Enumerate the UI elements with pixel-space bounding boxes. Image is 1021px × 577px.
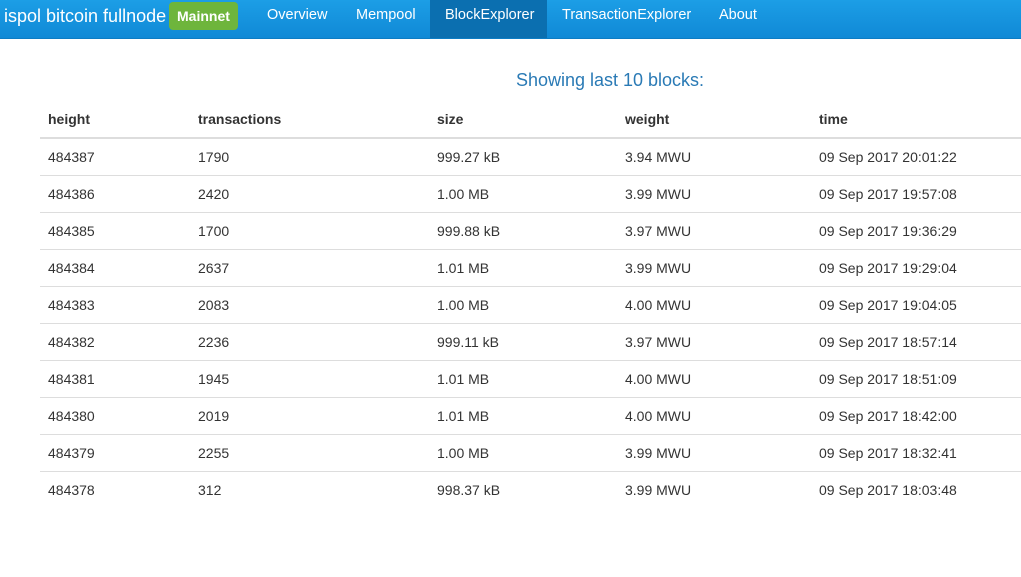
table-row[interactable]: 484387 1790 999.27 kB 3.94 MWU 09 Sep 20… bbox=[40, 138, 1021, 176]
page-heading: Showing last 10 blocks: bbox=[515, 70, 705, 90]
cell-weight: 3.99 MWU bbox=[617, 175, 811, 213]
table-row[interactable]: 484381 1945 1.01 MB 4.00 MWU 09 Sep 2017… bbox=[40, 360, 1021, 398]
table-row[interactable]: 484385 1700 999.88 kB 3.97 MWU 09 Sep 20… bbox=[40, 212, 1021, 250]
cell-size: 1.01 MB bbox=[429, 360, 617, 398]
cell-weight: 3.99 MWU bbox=[617, 434, 811, 472]
cell-size: 1.01 MB bbox=[429, 397, 617, 435]
cell-weight: 3.99 MWU bbox=[625, 482, 692, 498]
cell-weight: 3.97 MWU bbox=[617, 323, 811, 361]
cell-time: 09 Sep 2017 19:57:08 bbox=[811, 175, 1021, 213]
cell-time: 09 Sep 2017 18:57:14 bbox=[811, 323, 1021, 361]
network-badge: Mainnet bbox=[169, 2, 238, 30]
brand-title[interactable]: ispol bitcoin fullnode bbox=[4, 6, 166, 27]
nav-mempool[interactable]: Mempool bbox=[341, 0, 431, 38]
cell-size: 1.01 MB bbox=[429, 249, 617, 287]
table-row[interactable]: 484378 312 998.37 kB 3.99 MWU 09 Sep 201… bbox=[40, 472, 1021, 509]
cell-transactions: 1945 bbox=[190, 360, 429, 398]
cell-height[interactable]: 484384 bbox=[40, 249, 190, 287]
nav-transactionexplorer[interactable]: TransactionExplorer bbox=[547, 0, 706, 38]
cell-weight: 4.00 MWU bbox=[617, 286, 811, 324]
cell-time: 09 Sep 2017 19:29:04 bbox=[811, 249, 1021, 287]
table-header-row: height transactions size weight time bbox=[40, 100, 1021, 139]
cell-transactions: 312 bbox=[198, 482, 222, 498]
cell-size: 1.00 MB bbox=[429, 286, 617, 324]
blocks-table-body: 484387 1790 999.27 kB 3.94 MWU 09 Sep 20… bbox=[40, 138, 1021, 508]
cell-weight: 3.99 MWU bbox=[617, 249, 811, 287]
cell-time: 09 Sep 2017 18:42:00 bbox=[811, 397, 1021, 435]
cell-height[interactable]: 484380 bbox=[40, 397, 190, 435]
cell-time: 09 Sep 2017 19:36:29 bbox=[811, 212, 1021, 250]
cell-time: 09 Sep 2017 20:01:22 bbox=[811, 138, 1021, 176]
cell-weight: 3.94 MWU bbox=[617, 138, 811, 176]
cell-transactions: 2019 bbox=[190, 397, 429, 435]
cell-time: 09 Sep 2017 18:32:41 bbox=[811, 434, 1021, 472]
nav-overview[interactable]: Overview bbox=[252, 0, 342, 38]
column-header-time: time bbox=[811, 100, 1021, 139]
table-row[interactable]: 484386 2420 1.00 MB 3.99 MWU 09 Sep 2017… bbox=[40, 175, 1021, 213]
cell-weight: 4.00 MWU bbox=[617, 397, 811, 435]
column-header-height: height bbox=[40, 100, 190, 139]
cell-size: 998.37 kB bbox=[437, 482, 501, 498]
cell-height[interactable]: 484381 bbox=[40, 360, 190, 398]
cell-size: 999.27 kB bbox=[429, 138, 617, 176]
nav-about[interactable]: About bbox=[704, 0, 772, 38]
top-navbar: ispol bitcoin fullnode Mainnet Overview … bbox=[0, 0, 1021, 39]
cell-transactions: 2083 bbox=[190, 286, 429, 324]
cell-size: 999.11 kB bbox=[429, 323, 617, 361]
cell-height[interactable]: 484379 bbox=[40, 434, 190, 472]
cell-height[interactable]: 484386 bbox=[40, 175, 190, 213]
blocks-table: height transactions size weight time 484… bbox=[40, 100, 1021, 508]
cell-height[interactable]: 484382 bbox=[40, 323, 190, 361]
table-row[interactable]: 484379 2255 1.00 MB 3.99 MWU 09 Sep 2017… bbox=[40, 434, 1021, 472]
column-header-transactions: transactions bbox=[190, 100, 429, 139]
cell-size: 1.00 MB bbox=[429, 175, 617, 213]
table-row[interactable]: 484382 2236 999.11 kB 3.97 MWU 09 Sep 20… bbox=[40, 323, 1021, 361]
table-row[interactable]: 484384 2637 1.01 MB 3.99 MWU 09 Sep 2017… bbox=[40, 249, 1021, 287]
cell-transactions: 2420 bbox=[190, 175, 429, 213]
cell-time: 09 Sep 2017 18:03:48 bbox=[819, 482, 957, 498]
cell-time: 09 Sep 2017 18:51:09 bbox=[811, 360, 1021, 398]
cell-transactions: 1700 bbox=[190, 212, 429, 250]
cell-size: 999.88 kB bbox=[429, 212, 617, 250]
column-header-weight: weight bbox=[617, 100, 811, 139]
cell-height[interactable]: 484378 bbox=[40, 472, 190, 509]
cell-height[interactable]: 484387 bbox=[40, 138, 190, 176]
cell-transactions: 2236 bbox=[190, 323, 429, 361]
cell-height[interactable]: 484383 bbox=[40, 286, 190, 324]
cell-time: 09 Sep 2017 19:04:05 bbox=[811, 286, 1021, 324]
cell-transactions: 1790 bbox=[190, 138, 429, 176]
nav-blockexplorer[interactable]: BlockExplorer bbox=[430, 0, 547, 38]
cell-size: 1.00 MB bbox=[429, 434, 617, 472]
table-row[interactable]: 484383 2083 1.00 MB 4.00 MWU 09 Sep 2017… bbox=[40, 286, 1021, 324]
cell-transactions: 2255 bbox=[190, 434, 429, 472]
cell-weight: 4.00 MWU bbox=[617, 360, 811, 398]
table-row[interactable]: 484380 2019 1.01 MB 4.00 MWU 09 Sep 2017… bbox=[40, 397, 1021, 435]
column-header-size: size bbox=[429, 100, 617, 139]
cell-height[interactable]: 484385 bbox=[40, 212, 190, 250]
cell-weight: 3.97 MWU bbox=[617, 212, 811, 250]
cell-transactions: 2637 bbox=[190, 249, 429, 287]
